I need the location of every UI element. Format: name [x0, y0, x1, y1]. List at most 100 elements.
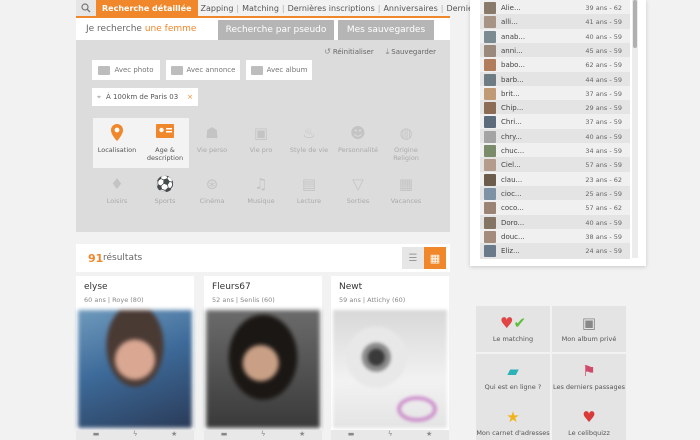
- member-name[interactable]: anab...: [501, 33, 563, 41]
- profile-card[interactable]: elyse 60 ans | Roye (80) ▬ ϟ ★: [76, 276, 194, 440]
- filter-avec-album[interactable]: Avec album: [246, 60, 312, 80]
- member-name[interactable]: Chri...: [501, 118, 563, 126]
- member-name[interactable]: chry...: [501, 133, 563, 141]
- member-name[interactable]: Alie...: [501, 4, 563, 12]
- profile-photo[interactable]: [78, 310, 192, 428]
- avatar[interactable]: [484, 59, 496, 72]
- member-name[interactable]: alli...: [501, 18, 563, 26]
- mail-icon[interactable]: ▬: [221, 430, 228, 440]
- avatar[interactable]: [484, 216, 496, 229]
- filter-avec-annonce[interactable]: Avec annonce: [166, 60, 240, 80]
- tab-recherche-par-pseudo[interactable]: Recherche par pseudo: [218, 20, 334, 40]
- avatar[interactable]: [484, 102, 496, 115]
- mail-icon[interactable]: ▬: [93, 430, 100, 440]
- star-icon[interactable]: ★: [426, 430, 432, 440]
- profile-photo[interactable]: [333, 310, 447, 428]
- avatar[interactable]: [484, 73, 496, 86]
- criteria-lecture[interactable]: ▤ Lecture: [285, 174, 333, 205]
- member-name[interactable]: Eliz...: [501, 247, 563, 255]
- profile-photo[interactable]: [206, 310, 320, 428]
- filter-avec-photo[interactable]: Avec photo: [92, 60, 160, 80]
- avatar[interactable]: [484, 245, 496, 258]
- member-name[interactable]: coco...: [501, 204, 563, 212]
- nav-link-zapping[interactable]: Zapping: [198, 4, 237, 13]
- nav-link-matching[interactable]: Matching: [239, 4, 282, 13]
- star-icon[interactable]: ★: [299, 430, 305, 440]
- tab-mes-sauvegardes[interactable]: Mes sauvegardes: [338, 20, 434, 40]
- member-name[interactable]: barb...: [501, 76, 563, 84]
- criteria-localisation[interactable]: Localisation: [93, 118, 141, 168]
- member-name[interactable]: chuc...: [501, 147, 563, 155]
- avatar[interactable]: [484, 87, 496, 100]
- profile-name[interactable]: elyse: [84, 282, 108, 292]
- criteria-sports[interactable]: ⚽ Sports: [141, 174, 189, 205]
- flash-icon[interactable]: ϟ: [388, 430, 393, 440]
- criteria-personnalite[interactable]: ☻ Personnalité: [334, 123, 382, 154]
- globe-icon: ◍: [399, 124, 413, 142]
- mail-icon[interactable]: ▬: [348, 430, 355, 440]
- avatar[interactable]: [484, 145, 496, 157]
- criteria-origine-religion[interactable]: ◍ Origine Religion: [382, 123, 430, 162]
- flash-icon[interactable]: ϟ: [133, 430, 138, 440]
- list-view-icon[interactable]: ☰: [402, 247, 424, 269]
- tile-qui-est-en-ligne[interactable]: ▰ Qui est en ligne ?: [476, 354, 550, 400]
- member-name[interactable]: Doro...: [501, 219, 563, 227]
- criteria-vacances[interactable]: ▦ Vacances: [382, 174, 430, 205]
- member-name[interactable]: babo...: [501, 61, 563, 69]
- ribbon-decoration: [397, 396, 437, 422]
- member-row[interactable]: Eliz... 24 ans - 59: [480, 243, 630, 260]
- save-button[interactable]: ⤓ Sauvegarder: [386, 47, 436, 57]
- criteria-style-de-vie[interactable]: ♨ Style de vie: [285, 123, 333, 154]
- criteria-cinema[interactable]: ⊛ Cinéma: [188, 174, 236, 205]
- tab-recherche-detaillee[interactable]: Recherche détaillée: [96, 0, 198, 16]
- star-icon[interactable]: ★: [171, 430, 177, 440]
- member-age: 37 ans - 59: [585, 89, 622, 98]
- nav-link-anniversaires[interactable]: Anniversaires: [380, 4, 440, 13]
- tile-derniers-passages[interactable]: ⚑ Les derniers passages: [552, 354, 626, 400]
- member-list-scroll-thumb[interactable]: [633, 0, 637, 48]
- avatar[interactable]: [484, 187, 496, 200]
- criteria-vie-perso[interactable]: ☗ Vie perso: [188, 123, 236, 154]
- member-name[interactable]: clau...: [501, 176, 563, 184]
- results-label: résultats: [103, 253, 143, 263]
- avatar[interactable]: [484, 230, 496, 243]
- avatar[interactable]: [484, 16, 496, 29]
- criteria-age-description[interactable]: Age & description: [141, 118, 189, 168]
- location-chip[interactable]: ⌖ À 100km de Paris 03 ×: [92, 88, 198, 106]
- member-name[interactable]: brit...: [501, 90, 563, 98]
- tile-celibquizz[interactable]: ♥ Le celibquizz: [552, 400, 626, 440]
- tile-carnet-adresses[interactable]: ★ Mon carnet d'adresses: [476, 400, 550, 440]
- profile-card[interactable]: Fleurs67 52 ans | Senlis (60) ▬ ϟ ★: [204, 276, 322, 440]
- avatar[interactable]: [484, 2, 496, 14]
- criteria-vie-pro[interactable]: ▣ Vie pro: [237, 123, 285, 154]
- tile-album-prive[interactable]: ▣ Mon album privé: [552, 306, 626, 352]
- member-name[interactable]: Chip...: [501, 104, 563, 112]
- tile-label: Mon carnet d'adresses: [476, 429, 550, 437]
- avatar[interactable]: [484, 30, 496, 43]
- tile-matching[interactable]: ♥✔ Le matching: [476, 306, 550, 352]
- avatar[interactable]: [484, 173, 496, 186]
- nav-link-dernieres-inscriptions[interactable]: Dernières inscriptions: [285, 4, 378, 13]
- close-icon[interactable]: ×: [187, 93, 193, 101]
- profile-name[interactable]: Newt: [339, 282, 362, 292]
- member-name[interactable]: cioc...: [501, 190, 563, 198]
- search-icon[interactable]: [76, 0, 96, 16]
- briefcase-icon: ▣: [253, 124, 269, 142]
- avatar[interactable]: [484, 202, 496, 215]
- search-target-link[interactable]: une femme: [145, 24, 197, 34]
- avatar[interactable]: [484, 130, 496, 143]
- avatar[interactable]: [484, 116, 496, 129]
- avatar[interactable]: [484, 44, 496, 57]
- reset-button[interactable]: ↺ Réinitialiser: [324, 47, 374, 57]
- member-name[interactable]: anni...: [501, 47, 563, 55]
- flash-icon[interactable]: ϟ: [261, 430, 266, 440]
- criteria-sorties[interactable]: ▽ Sorties: [334, 174, 382, 205]
- profile-name[interactable]: Fleurs67: [212, 282, 251, 292]
- profile-card[interactable]: Newt 59 ans | Attichy (60) ▬ ϟ ★: [331, 276, 449, 440]
- member-name[interactable]: douc...: [501, 233, 563, 241]
- member-name[interactable]: Ciel...: [501, 161, 563, 169]
- grid-view-icon[interactable]: ▦: [424, 247, 446, 269]
- criteria-loisirs[interactable]: ♦ Loisirs: [93, 174, 141, 205]
- criteria-musique[interactable]: ♫ Musique: [237, 174, 285, 205]
- avatar[interactable]: [484, 159, 496, 172]
